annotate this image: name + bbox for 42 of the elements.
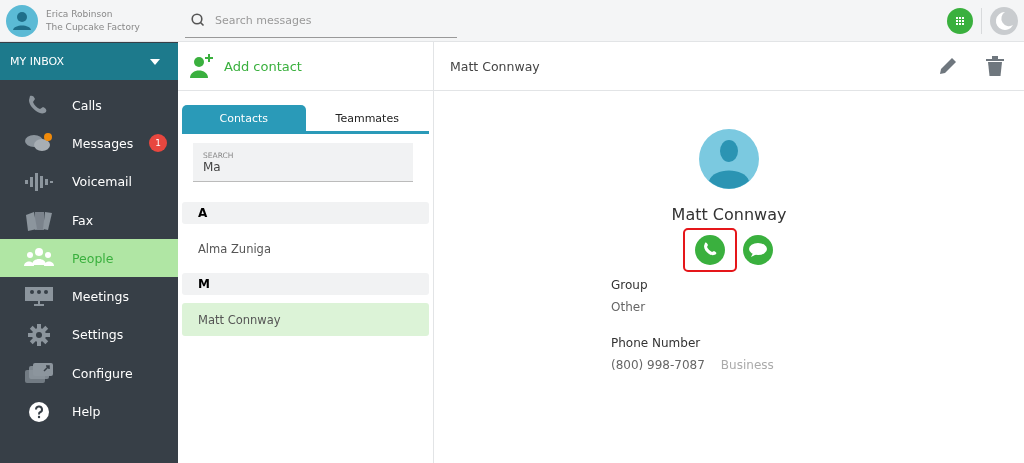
nav-item[interactable]: Settings — [0, 315, 178, 355]
caret-icon — [150, 58, 160, 65]
search-field[interactable]: Search messages — [213, 12, 437, 28]
user-name: Erica Robinson — [46, 7, 114, 21]
apps-grid-icon[interactable] — [947, 7, 973, 34]
message-button[interactable] — [743, 235, 773, 265]
tab[interactable]: Teammates — [305, 105, 429, 131]
search-icon — [191, 13, 205, 27]
field-label: Group — [611, 278, 649, 292]
contact-item[interactable]: Matt Connway — [182, 303, 429, 336]
unread-count-badge: 1 — [149, 134, 167, 153]
field-value: (800) 998-7087 — [611, 358, 705, 372]
call-button[interactable] — [695, 235, 725, 265]
nav-item[interactable]: Meetings — [0, 277, 178, 316]
settings-icon — [28, 323, 50, 346]
documents-icon — [24, 209, 54, 232]
company-name: The Cupcake Factory — [46, 20, 140, 34]
nav-item[interactable]: Voicemail — [0, 162, 178, 201]
avatar-icon[interactable] — [6, 4, 38, 37]
nav-item[interactable]: Fax — [0, 200, 178, 240]
field-label: Phone Number — [611, 336, 702, 350]
contact-name: Matt Connway — [671, 205, 787, 224]
contact-item[interactable]: Alma Zuniga — [182, 232, 429, 265]
pencil-icon[interactable] — [938, 56, 958, 76]
waveform-icon — [24, 171, 54, 192]
contact-title: Matt Connway — [450, 58, 540, 74]
contact-avatar-icon — [699, 129, 759, 189]
nav-item[interactable]: Help — [0, 392, 178, 431]
group-letter-header: A — [182, 202, 429, 224]
inbox-selector[interactable]: MY INBOX — [0, 43, 178, 80]
nav-item[interactable]: Configure — [0, 354, 178, 393]
trash-icon[interactable] — [986, 56, 1004, 76]
phone-type: Business — [720, 358, 774, 372]
add-person-icon — [190, 54, 216, 78]
nav-item[interactable]: Calls — [0, 86, 178, 125]
moon-icon[interactable] — [990, 6, 1018, 35]
help-icon — [28, 400, 50, 423]
field-value: Other — [611, 300, 646, 314]
meeting-screen-icon — [24, 285, 54, 308]
group-letter-header: M — [182, 273, 429, 295]
nav-item[interactable]: Messages 1 — [0, 124, 178, 163]
windows-icon — [24, 362, 54, 385]
